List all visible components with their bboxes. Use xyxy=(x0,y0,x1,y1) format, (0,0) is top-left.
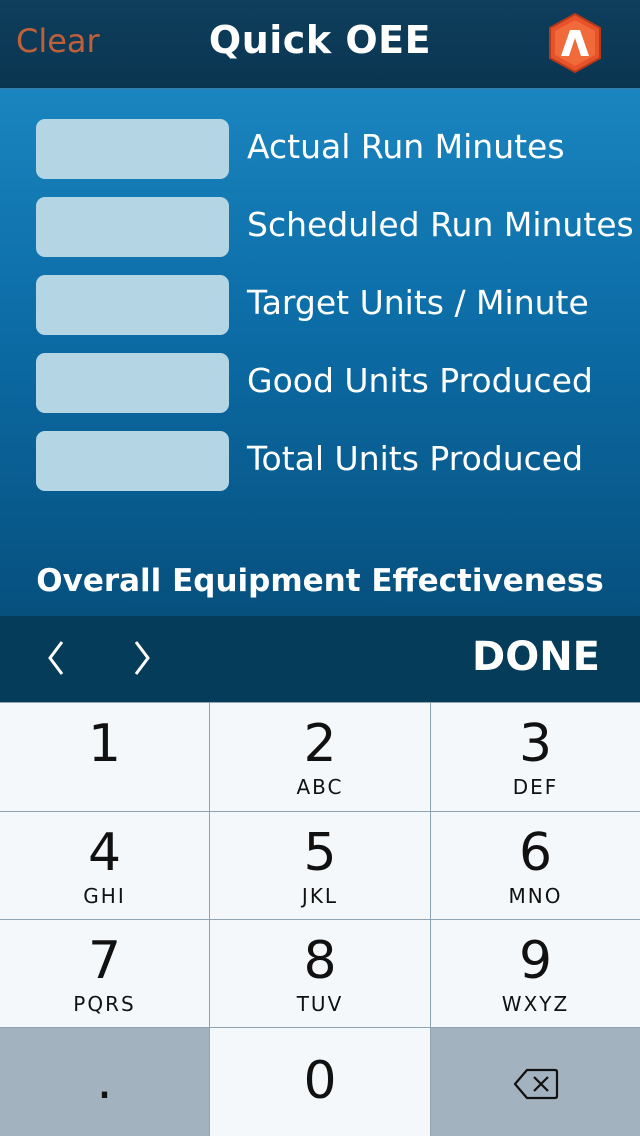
actual-run-minutes-input[interactable] xyxy=(36,119,229,179)
key-delete[interactable] xyxy=(431,1028,640,1136)
done-button[interactable]: DONE xyxy=(472,634,600,680)
key-digit: 3 xyxy=(518,714,553,774)
actual-run-minutes-label: Actual Run Minutes xyxy=(247,127,565,166)
key-letters: TUV xyxy=(296,992,344,1016)
numeric-keypad: 1 2 ABC 3 DEF 4 GHI 5 JKL 6 MNO 7 PQRS 8… xyxy=(0,702,640,1136)
chevron-left-icon[interactable] xyxy=(36,634,76,682)
key-7[interactable]: 7 PQRS xyxy=(0,920,209,1027)
key-digit: . xyxy=(96,1051,113,1111)
key-1[interactable]: 1 xyxy=(0,703,209,811)
key-0[interactable]: 0 xyxy=(210,1028,430,1136)
key-3[interactable]: 3 DEF xyxy=(431,703,640,811)
key-digit: 6 xyxy=(518,823,553,883)
key-digit: 9 xyxy=(518,931,553,991)
form-row-good-units-produced: Good Units Produced xyxy=(36,353,636,415)
oee-form: Actual Run Minutes Scheduled Run Minutes… xyxy=(0,89,640,616)
key-digit: 5 xyxy=(303,823,337,883)
key-digit: 0 xyxy=(303,1051,337,1111)
key-6[interactable]: 6 MNO xyxy=(431,812,640,919)
form-row-total-units-produced: Total Units Produced xyxy=(36,431,636,493)
key-letters: JKL xyxy=(301,884,339,908)
key-digit: 8 xyxy=(303,931,337,991)
good-units-produced-input[interactable] xyxy=(36,353,229,413)
key-letters: MNO xyxy=(508,884,563,908)
key-letters: WXYZ xyxy=(501,992,570,1016)
keyboard-accessory-bar: DONE xyxy=(0,616,640,702)
chevron-right-icon[interactable] xyxy=(122,634,162,682)
target-units-per-minute-input[interactable] xyxy=(36,275,229,335)
key-letters: GHI xyxy=(83,884,126,908)
backspace-icon xyxy=(513,1068,559,1100)
key-9[interactable]: 9 WXYZ xyxy=(431,920,640,1027)
target-units-per-minute-label: Target Units / Minute xyxy=(247,283,589,322)
navigation-bar: Clear Quick OEE xyxy=(0,0,640,89)
total-units-produced-label: Total Units Produced xyxy=(247,439,584,478)
key-letters: DEF xyxy=(512,775,559,799)
key-2[interactable]: 2 ABC xyxy=(210,703,430,811)
key-digit: 2 xyxy=(303,714,337,774)
key-5[interactable]: 5 JKL xyxy=(210,812,430,919)
app-logo-icon[interactable] xyxy=(544,12,606,74)
key-letters: PQRS xyxy=(73,992,136,1016)
key-digit: 4 xyxy=(87,823,122,883)
scheduled-run-minutes-label: Scheduled Run Minutes xyxy=(247,205,634,244)
oee-result-title: Overall Equipment Effectiveness xyxy=(36,563,604,599)
scheduled-run-minutes-input[interactable] xyxy=(36,197,229,257)
form-row-target-units-per-minute: Target Units / Minute xyxy=(36,275,636,337)
form-row-scheduled-run-minutes: Scheduled Run Minutes xyxy=(36,197,636,259)
key-4[interactable]: 4 GHI xyxy=(0,812,209,919)
key-letters: ABC xyxy=(296,775,344,799)
key-decimal[interactable]: . xyxy=(0,1028,209,1136)
form-row-actual-run-minutes: Actual Run Minutes xyxy=(36,119,636,181)
key-digit: 7 xyxy=(87,931,122,991)
key-digit: 1 xyxy=(87,714,122,774)
key-8[interactable]: 8 TUV xyxy=(210,920,430,1027)
total-units-produced-input[interactable] xyxy=(36,431,229,491)
good-units-produced-label: Good Units Produced xyxy=(247,361,593,400)
